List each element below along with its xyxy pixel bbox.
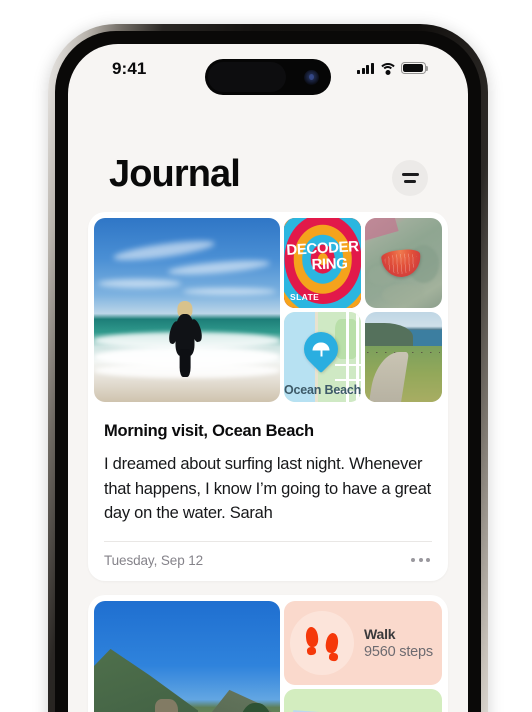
media-beach-surfer-photo[interactable] [94,218,280,402]
filter-button[interactable] [392,160,428,196]
entry-date: Tuesday, Sep 12 [104,552,204,568]
podcast-title-line2: RING [311,254,348,274]
ellipsis-icon [411,558,416,562]
journal-feed[interactable]: DECODER RING SLATE Ocean Beach Morning v… [68,212,468,712]
media-walk-route-map[interactable] [284,688,442,712]
walk-workout-widget[interactable]: Walk 9560 steps [284,600,442,685]
media-mountain-meadow-photo[interactable] [94,600,280,712]
screenshot-stage: 9:41 Journal DECODER RING SLATE Ocean Be… [0,0,532,712]
status-indicators [357,62,429,75]
wifi-icon [378,62,397,75]
workout-name: Walk [364,625,396,642]
entry-side-column: Walk 9560 steps [284,600,442,712]
media-location-map[interactable]: Ocean Beach [284,312,361,402]
signal-bars-icon [357,62,374,74]
app-header: Journal [68,140,468,212]
battery-icon [401,62,429,74]
iphone-device-frame: 9:41 Journal DECODER RING SLATE Ocean Be… [48,24,488,712]
map-place-label: Ocean Beach [284,382,361,397]
media-side-column: DECODER RING SLATE Ocean Beach [284,218,442,402]
journal-entry-card[interactable]: Walk 9560 steps [88,594,448,712]
front-camera-icon [304,69,319,85]
entry-text: I dreamed about surfing last night. When… [104,455,431,522]
filter-lines-icon [401,173,419,176]
media-row-bottom: Ocean Beach [284,312,442,402]
media-coastal-road-photo[interactable] [365,312,442,402]
page-title: Journal [109,153,241,195]
dynamic-island-pill [208,62,286,92]
entry-media-grid: Walk 9560 steps [88,595,448,712]
device-bezel: 9:41 Journal DECODER RING SLATE Ocean Be… [55,31,481,712]
workout-value: 9560 steps [364,643,433,660]
dynamic-island[interactable] [205,59,331,95]
media-seashell-photo[interactable] [365,218,442,308]
entry-footer: Tuesday, Sep 12 [104,540,432,581]
entry-more-button[interactable] [409,554,432,566]
media-row-top: DECODER RING SLATE [284,218,442,308]
entry-text-block: Morning visit, Ocean Beach I dreamed abo… [88,408,448,526]
status-clock: 9:41 [112,59,147,78]
entry-title: Morning visit, Ocean Beach [104,422,314,440]
entry-media-grid: DECODER RING SLATE Ocean Beach [88,212,448,408]
footprints-icon [290,610,354,675]
phone-screen: 9:41 Journal DECODER RING SLATE Ocean Be… [68,44,468,712]
podcast-publisher: SLATE [290,292,320,302]
media-podcast-decoder-ring[interactable]: DECODER RING SLATE [284,218,361,308]
journal-entry-card[interactable]: DECODER RING SLATE Ocean Beach Morning v… [88,212,448,581]
